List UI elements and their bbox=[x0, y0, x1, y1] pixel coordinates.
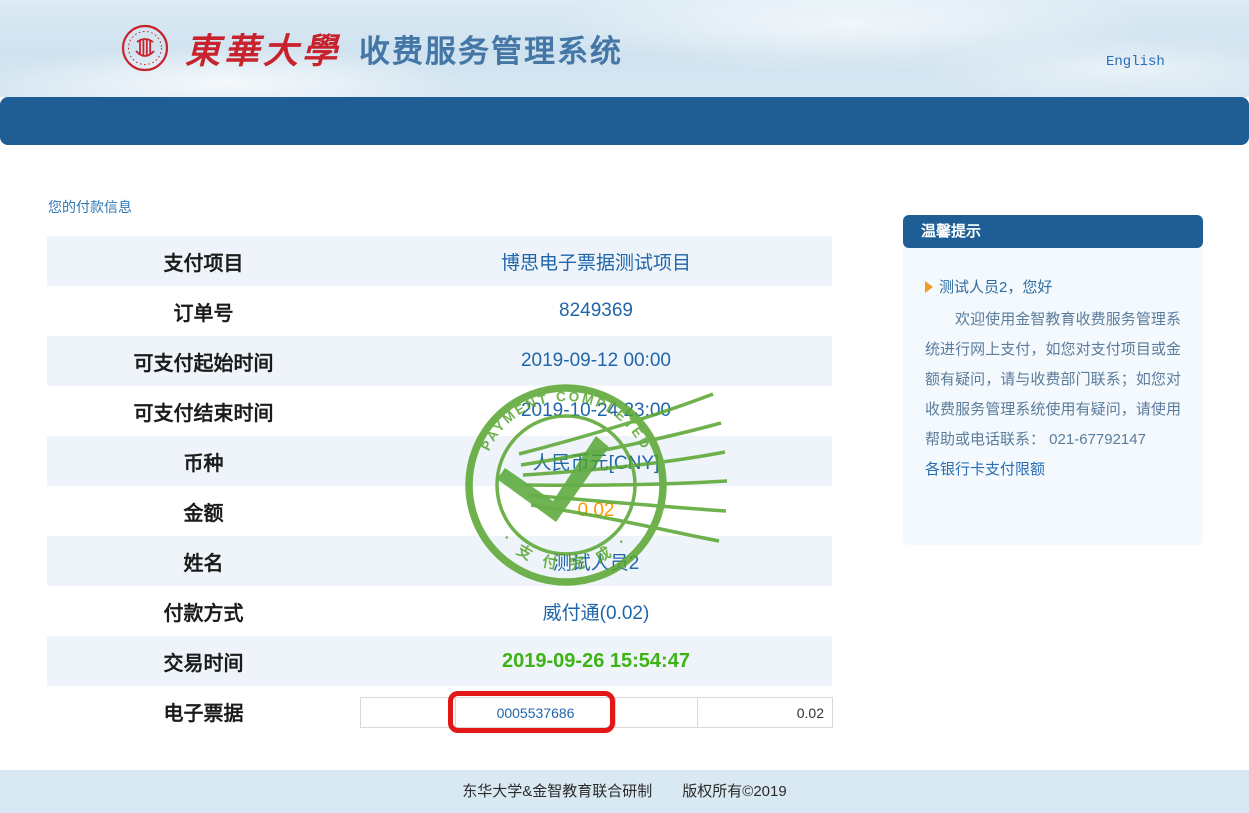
table-row: 支付项目 博思电子票据测试项目 bbox=[47, 236, 832, 286]
receipt-empty-cell bbox=[361, 698, 456, 728]
row-label: 金额 bbox=[47, 497, 360, 526]
row-value: 博思电子票据测试项目 bbox=[360, 248, 832, 275]
page-header: 東華大學 收费服务管理系统 English bbox=[0, 0, 1249, 97]
row-value: 2019-09-12 00:00 bbox=[360, 350, 832, 372]
greeting-text: 测试人员2，您好 bbox=[939, 276, 1052, 297]
receipt-amount-cell: 0.02 bbox=[698, 698, 833, 728]
table-row: 币种 人民币元[CNY] bbox=[47, 436, 832, 486]
university-seal-icon bbox=[121, 24, 169, 72]
row-value: 人民币元[CNY] bbox=[360, 448, 832, 475]
row-value: 2019-10-24 23:00 bbox=[360, 400, 832, 422]
row-label: 支付项目 bbox=[47, 247, 360, 276]
row-label: 可支付起始时间 bbox=[47, 347, 360, 376]
row-label: 交易时间 bbox=[47, 647, 360, 676]
table-row: 交易时间 2019-09-26 15:54:47 bbox=[47, 636, 832, 686]
row-label: 可支付结束时间 bbox=[47, 397, 360, 426]
row-label: 付款方式 bbox=[47, 597, 360, 626]
row-value-transaction-time: 2019-09-26 15:54:47 bbox=[360, 650, 832, 673]
table-row: 可支付结束时间 2019-10-24 23:00 bbox=[47, 386, 832, 436]
english-language-link[interactable]: English bbox=[1106, 54, 1165, 70]
payment-info-table: 支付项目 博思电子票据测试项目 订单号 8249369 可支付起始时间 2019… bbox=[47, 236, 832, 736]
brand: 東華大學 收费服务管理系统 bbox=[121, 16, 623, 80]
tips-panel-body: 测试人员2，您好 欢迎使用金智教育收费服务管理系统进行网上支付，如您对支付项目或… bbox=[903, 248, 1203, 545]
table-row: 订单号 8249369 bbox=[47, 286, 832, 336]
row-value: 威付通(0.02) bbox=[360, 598, 832, 625]
navigation-bar bbox=[0, 97, 1249, 145]
row-label: 姓名 bbox=[47, 547, 360, 576]
arrow-right-icon bbox=[925, 281, 933, 293]
receipt-number-link[interactable]: 0005537686 bbox=[456, 698, 616, 728]
receipt-table: 0005537686 0.02 bbox=[360, 697, 833, 728]
tips-panel-title: 温馨提示 bbox=[903, 215, 1203, 248]
table-row: 金额 0.02 bbox=[47, 486, 832, 536]
greeting-row: 测试人员2，您好 bbox=[925, 276, 1181, 297]
payment-info-section-title: 您的付款信息 bbox=[48, 197, 132, 217]
tips-message: 欢迎使用金智教育收费服务管理系统进行网上支付，如您对支付项目或金额有疑问，请与收… bbox=[925, 305, 1181, 455]
system-title: 收费服务管理系统 bbox=[359, 26, 623, 71]
payment-result-page: 東華大學 收费服务管理系统 English 您的付款信息 支付项目 博思电子票据… bbox=[0, 0, 1249, 813]
table-row: 付款方式 威付通(0.02) bbox=[47, 586, 832, 636]
row-label: 电子票据 bbox=[47, 697, 360, 726]
page-footer: 东华大学&金智教育联合研制 版权所有©2019 bbox=[0, 770, 1249, 813]
table-row: 可支付起始时间 2019-09-12 00:00 bbox=[47, 336, 832, 386]
row-value-amount: 0.02 bbox=[360, 500, 832, 522]
bank-card-limit-link[interactable]: 各银行卡支付限额 bbox=[925, 455, 1181, 485]
tips-panel: 温馨提示 测试人员2，您好 欢迎使用金智教育收费服务管理系统进行网上支付，如您对… bbox=[903, 215, 1203, 545]
row-value: 测试人员2 bbox=[360, 548, 832, 575]
university-name: 東華大學 bbox=[185, 23, 341, 74]
row-label: 订单号 bbox=[47, 297, 360, 326]
row-label: 币种 bbox=[47, 447, 360, 476]
row-value: 8249369 bbox=[360, 300, 832, 322]
table-row: 姓名 测试人员2 bbox=[47, 536, 832, 586]
receipt-empty-cell bbox=[616, 698, 698, 728]
